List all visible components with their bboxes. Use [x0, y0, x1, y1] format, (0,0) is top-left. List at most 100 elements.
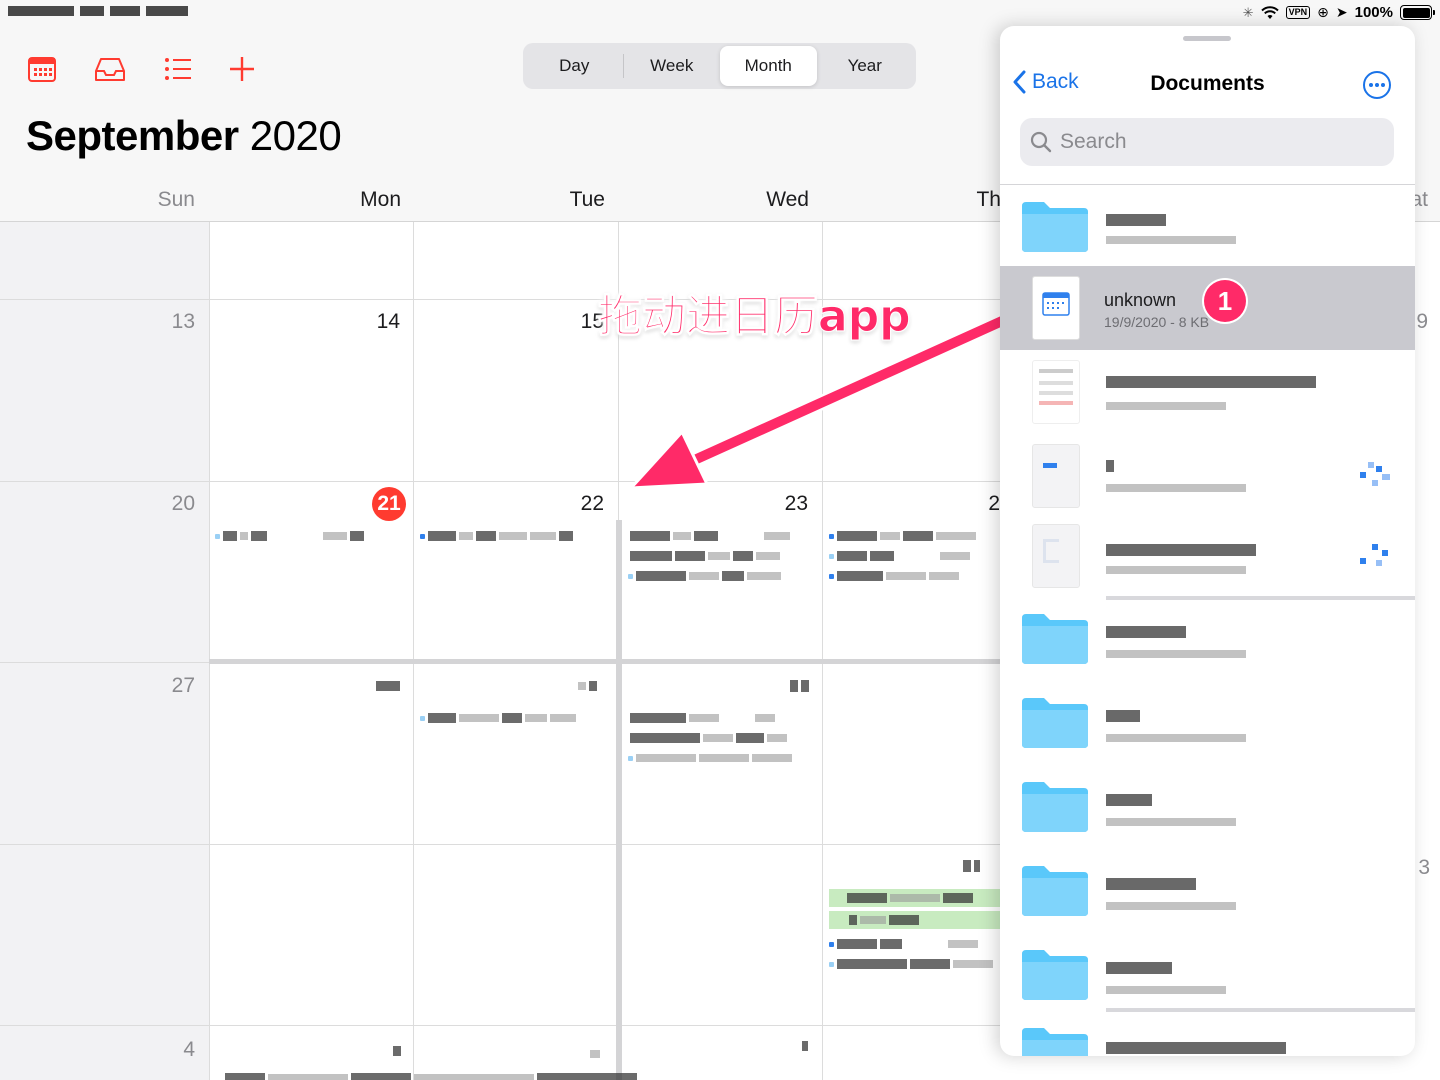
location-icon: ➤: [1335, 4, 1348, 20]
today-day-21[interactable]: 21: [372, 487, 406, 521]
event-item[interactable]: [628, 570, 781, 582]
inbox-icon[interactable]: [93, 54, 127, 84]
search-field[interactable]: Search: [1020, 118, 1394, 166]
tab-week[interactable]: Week: [624, 46, 721, 86]
list-item-folder[interactable]: [1000, 684, 1415, 768]
list-item-folder[interactable]: [1000, 852, 1415, 936]
event-item-green[interactable]: [829, 889, 1001, 907]
event-item-green[interactable]: [829, 911, 1001, 929]
grid-line: [0, 1025, 1000, 1026]
tab-month[interactable]: Month: [720, 46, 817, 86]
weekday-wed: Wed: [766, 188, 809, 211]
search-placeholder: Search: [1060, 130, 1127, 153]
drag-instruction-annotation: 拖动进日历app: [598, 291, 912, 343]
folder-icon: [1022, 950, 1088, 1000]
weekday-thu: Th: [976, 188, 1001, 211]
folder-icon: [1022, 782, 1088, 832]
grid-line: [413, 222, 414, 1080]
orientation-lock-icon: ⊕: [1317, 4, 1329, 20]
grid-line: [0, 481, 1000, 482]
day-20[interactable]: 20: [135, 492, 195, 516]
divider: [1106, 1008, 1415, 1012]
day-13[interactable]: 13: [135, 310, 195, 334]
tab-year[interactable]: Year: [817, 46, 914, 86]
event-item[interactable]: [802, 1040, 808, 1052]
event-item[interactable]: [630, 712, 775, 724]
event-item[interactable]: [829, 570, 959, 582]
event-item[interactable]: [630, 530, 790, 542]
event-item[interactable]: [376, 680, 400, 692]
divider: [1000, 184, 1415, 185]
event-item[interactable]: [225, 1072, 637, 1080]
day-24-partial[interactable]: 2: [940, 492, 1000, 516]
event-item[interactable]: [628, 752, 792, 764]
event-item[interactable]: [630, 732, 787, 744]
list-item-file[interactable]: [1000, 434, 1415, 518]
event-item[interactable]: [829, 530, 976, 542]
list-item-file[interactable]: [1000, 516, 1415, 600]
day-15[interactable]: 15: [544, 310, 604, 334]
event-item[interactable]: [963, 860, 980, 872]
page-title: September 2020: [26, 112, 342, 160]
event-item[interactable]: [630, 550, 780, 562]
list-item-folder[interactable]: [1000, 1020, 1415, 1056]
folder-icon: [1022, 698, 1088, 748]
event-item[interactable]: [590, 1048, 600, 1060]
event-item[interactable]: [215, 530, 364, 542]
activity-icon: ✳: [1242, 4, 1254, 20]
list-item-file[interactable]: [1000, 350, 1415, 434]
more-options-icon[interactable]: [1362, 70, 1392, 100]
tab-day[interactable]: Day: [526, 46, 623, 86]
day-22[interactable]: 22: [544, 492, 604, 516]
drop-indicator-horizontal: [209, 659, 1000, 664]
cloud-download-icon[interactable]: [1358, 458, 1394, 490]
day-4[interactable]: 4: [135, 1038, 195, 1062]
sunday-column: [0, 222, 209, 1080]
day-14[interactable]: 14: [340, 310, 400, 334]
folder-icon: [1022, 866, 1088, 916]
list-icon[interactable]: [163, 54, 193, 84]
grid-line: [0, 844, 1000, 845]
day-23[interactable]: 23: [748, 492, 808, 516]
file-name: unknown: [1104, 290, 1177, 310]
status-time-blurred: [8, 6, 188, 16]
status-bar: ✳ VPN ⊕ ➤ 100%: [0, 0, 1440, 26]
grid-line: [209, 222, 210, 1080]
view-segmented-control: Day Week Month Year: [523, 43, 916, 89]
event-item[interactable]: [790, 680, 809, 692]
month-label: September: [26, 112, 239, 159]
weekday-sun: Sun: [157, 188, 195, 211]
step-number-badge: 1: [1204, 280, 1246, 322]
battery-percent: 100%: [1354, 4, 1393, 21]
add-event-icon[interactable]: [227, 54, 257, 84]
status-indicators: ✳ VPN ⊕ ➤ 100%: [1242, 4, 1435, 21]
list-item-folder[interactable]: [1000, 186, 1415, 270]
list-item-folder[interactable]: [1000, 768, 1415, 852]
event-item[interactable]: [829, 958, 993, 970]
cloud-download-icon[interactable]: [1358, 542, 1394, 574]
event-item[interactable]: [393, 1045, 401, 1057]
day-27[interactable]: 27: [135, 674, 195, 698]
day-peek-right: 9: [1416, 310, 1428, 333]
folder-icon: [1022, 614, 1088, 664]
event-item[interactable]: [420, 530, 573, 542]
calendars-icon[interactable]: [27, 54, 57, 84]
picker-title: Documents: [1150, 72, 1265, 95]
document-icon: [1032, 444, 1080, 508]
document-icon: [1032, 360, 1080, 424]
list-item-folder[interactable]: [1000, 600, 1415, 684]
event-item[interactable]: [829, 938, 978, 950]
weekday-tue: Tue: [569, 188, 605, 211]
grid-line: [822, 222, 823, 1080]
event-item[interactable]: [420, 712, 576, 724]
event-item[interactable]: [578, 680, 597, 692]
file-meta: 19/9/2020 - 8 KB: [1104, 314, 1210, 330]
document-icon: [1032, 524, 1080, 588]
folder-icon: [1022, 202, 1088, 252]
weekday-mon: Mon: [360, 188, 401, 211]
folder-icon: [1022, 1028, 1088, 1056]
vpn-badge: VPN: [1285, 6, 1311, 19]
event-item[interactable]: [829, 550, 970, 562]
drag-handle[interactable]: [1183, 36, 1231, 41]
calendar-file-icon: [1032, 276, 1080, 340]
